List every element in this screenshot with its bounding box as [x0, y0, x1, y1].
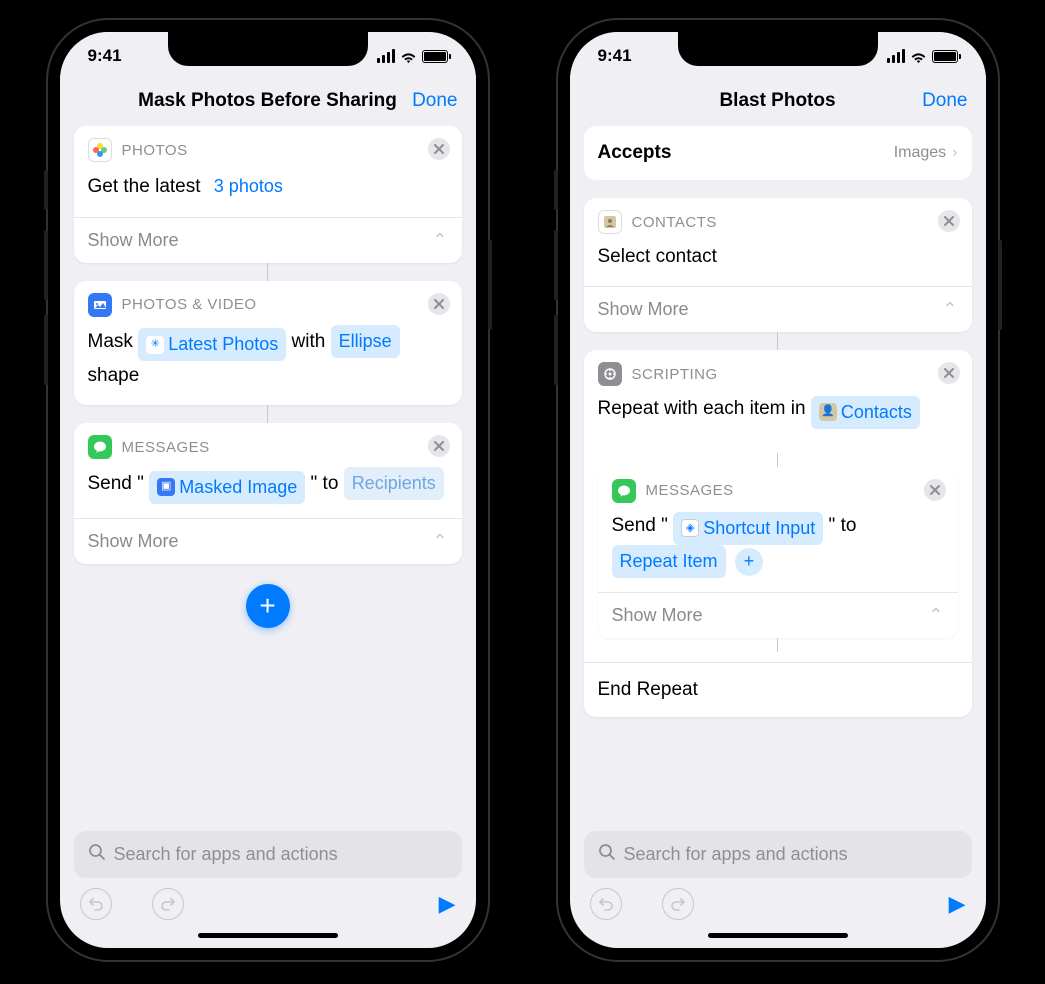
- image-icon: ▣: [157, 478, 175, 496]
- done-button[interactable]: Done: [922, 90, 967, 112]
- home-indicator[interactable]: [708, 933, 848, 938]
- recipient-variable[interactable]: Repeat Item: [612, 545, 726, 578]
- chevron-up-icon: ⌃: [942, 299, 957, 320]
- show-more-button[interactable]: Show More ⌃: [598, 592, 958, 638]
- delete-action-button[interactable]: [428, 435, 450, 457]
- notch: [678, 32, 878, 66]
- messages-app-icon: [88, 435, 112, 459]
- home-indicator[interactable]: [198, 933, 338, 938]
- shortcut-editor: PHOTOS Get the latest 3 photos Show More…: [60, 126, 476, 821]
- action-select-contact[interactable]: CONTACTS Select contact Show More ⌃: [584, 198, 972, 332]
- search-icon: [598, 843, 616, 866]
- header: Mask Photos Before Sharing Done: [60, 80, 476, 126]
- signal-icon: [377, 49, 395, 63]
- message-content-variable[interactable]: ▣Masked Image: [149, 471, 305, 504]
- media-app-icon: [88, 293, 112, 317]
- run-button[interactable]: ▶: [949, 891, 966, 917]
- category-label: PHOTOS: [122, 142, 188, 159]
- input-variable[interactable]: ✳︎Latest Photos: [138, 328, 286, 361]
- show-more-button[interactable]: Show More ⌃: [584, 286, 972, 332]
- chevron-right-icon: ›: [952, 144, 957, 162]
- message-content-variable[interactable]: ◈Shortcut Input: [673, 512, 823, 545]
- search-input[interactable]: Search for apps and actions: [74, 831, 462, 878]
- battery-icon: [422, 50, 448, 63]
- chevron-up-icon: ⌃: [928, 605, 943, 626]
- screen: 9:41 Blast Photos Done Accepts Images › C…: [570, 32, 986, 948]
- undo-button[interactable]: [590, 888, 622, 920]
- time: 9:41: [598, 46, 632, 66]
- footer: Search for apps and actions ▶: [60, 821, 476, 948]
- add-recipient-button[interactable]: +: [735, 548, 763, 576]
- action-send-message-nested[interactable]: MESSAGES Send " ◈Shortcut Input " to Rep…: [598, 467, 958, 638]
- redo-button[interactable]: [152, 888, 184, 920]
- delete-action-button[interactable]: [428, 293, 450, 315]
- delete-action-button[interactable]: [938, 210, 960, 232]
- shape-param[interactable]: Ellipse: [331, 325, 400, 358]
- done-button[interactable]: Done: [412, 90, 457, 112]
- phone-right: 9:41 Blast Photos Done Accepts Images › C…: [558, 20, 998, 960]
- search-input[interactable]: Search for apps and actions: [584, 831, 972, 878]
- recipients-param[interactable]: Recipients: [344, 467, 444, 500]
- connector: [267, 263, 268, 281]
- connector: [267, 405, 268, 423]
- messages-app-icon: [612, 479, 636, 503]
- phone-left: 9:41 Mask Photos Before Sharing Done PHO…: [48, 20, 488, 960]
- page-title: Mask Photos Before Sharing: [138, 90, 397, 112]
- action-mask-image[interactable]: PHOTOS & VIDEO Mask ✳︎Latest Photos with…: [74, 281, 462, 406]
- delete-action-button[interactable]: [938, 362, 960, 384]
- accepts-value: Images: [894, 144, 946, 162]
- photo-count-param[interactable]: 3 photos: [206, 170, 291, 203]
- header: Blast Photos Done: [570, 80, 986, 126]
- wifi-icon: [910, 50, 927, 63]
- notch: [168, 32, 368, 66]
- redo-button[interactable]: [662, 888, 694, 920]
- page-title: Blast Photos: [719, 90, 835, 112]
- shortcut-input-icon: ◈: [681, 519, 699, 537]
- signal-icon: [887, 49, 905, 63]
- delete-action-button[interactable]: [924, 479, 946, 501]
- contacts-icon: 👤: [819, 403, 837, 421]
- accepts-row[interactable]: Accepts Images ›: [584, 126, 972, 180]
- add-action-button[interactable]: +: [246, 584, 290, 628]
- category-label: CONTACTS: [632, 214, 717, 231]
- screen: 9:41 Mask Photos Before Sharing Done PHO…: [60, 32, 476, 948]
- chevron-up-icon: ⌃: [432, 230, 447, 251]
- shortcut-editor: Accepts Images › CONTACTS Select contact …: [570, 126, 986, 821]
- photos-icon: ✳︎: [146, 336, 164, 354]
- action-get-photos[interactable]: PHOTOS Get the latest 3 photos Show More…: [74, 126, 462, 263]
- action-repeat[interactable]: SCRIPTING Repeat with each item in 👤Cont…: [584, 350, 972, 716]
- connector: [777, 453, 778, 467]
- chevron-up-icon: ⌃: [432, 531, 447, 552]
- search-icon: [88, 843, 106, 866]
- connector: [777, 332, 778, 350]
- contacts-app-icon: [598, 210, 622, 234]
- show-more-button[interactable]: Show More ⌃: [74, 217, 462, 263]
- end-repeat-label: End Repeat: [584, 662, 972, 717]
- category-label: PHOTOS & VIDEO: [122, 296, 257, 313]
- show-more-button[interactable]: Show More ⌃: [74, 518, 462, 564]
- delete-action-button[interactable]: [428, 138, 450, 160]
- action-send-message[interactable]: MESSAGES Send " ▣Masked Image " to Recip…: [74, 423, 462, 563]
- category-label: SCRIPTING: [632, 366, 718, 383]
- category-label: MESSAGES: [646, 482, 734, 499]
- repeat-input-variable[interactable]: 👤Contacts: [811, 396, 920, 429]
- footer: Search for apps and actions ▶: [570, 821, 986, 948]
- photos-app-icon: [88, 138, 112, 162]
- category-label: MESSAGES: [122, 439, 210, 456]
- undo-button[interactable]: [80, 888, 112, 920]
- battery-icon: [932, 50, 958, 63]
- wifi-icon: [400, 50, 417, 63]
- time: 9:41: [88, 46, 122, 66]
- accepts-label: Accepts: [598, 142, 672, 164]
- connector: [777, 638, 778, 652]
- run-button[interactable]: ▶: [439, 891, 456, 917]
- scripting-app-icon: [598, 362, 622, 386]
